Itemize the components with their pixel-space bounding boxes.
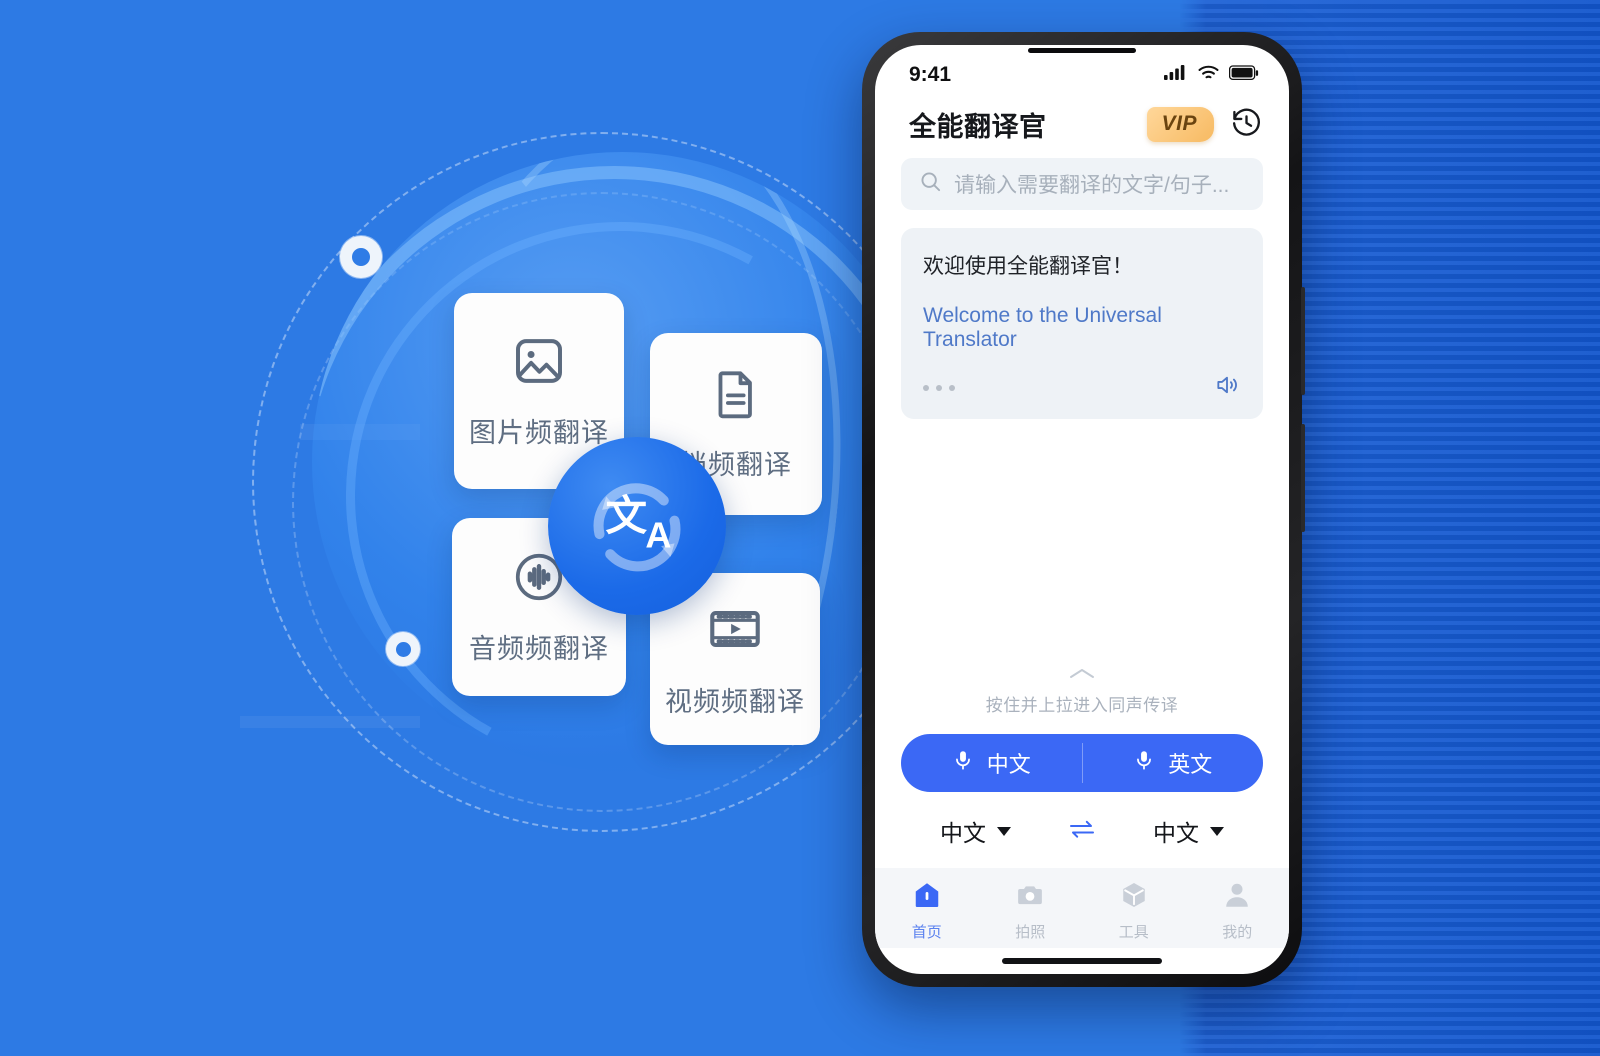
tab-label: 我的 <box>1222 924 1253 941</box>
pull-up-hint-text: 按住并上拉进入同声传译 <box>985 696 1179 715</box>
battery-icon <box>1228 63 1259 87</box>
app-header: 全能翻译官 VIP <box>875 93 1289 158</box>
speaker-icon[interactable] <box>1213 372 1241 403</box>
app-title: 全能翻译官 <box>909 112 1047 142</box>
mic-button-label: 中文 <box>986 752 1031 777</box>
phone-screen: 9:41 全能翻译官 VIP 请输入需要翻译的文字/句子... 欢迎使用全能翻译… <box>875 45 1289 974</box>
status-bar-time: 9:41 <box>909 63 952 86</box>
phone-mockup: 9:41 全能翻译官 VIP 请输入需要翻译的文字/句子... 欢迎使用全能翻译… <box>862 32 1305 987</box>
microphone-icon <box>1133 747 1155 779</box>
mic-button-target-language[interactable]: 英文 <box>1083 734 1264 792</box>
mic-button-source-language[interactable]: 中文 <box>901 734 1082 792</box>
history-clock-icon[interactable] <box>1230 106 1263 144</box>
svg-text:文: 文 <box>606 492 648 539</box>
translate-logo-icon: 文 A <box>548 437 726 615</box>
chevron-down-icon <box>1210 826 1224 836</box>
video-film-icon <box>706 600 764 658</box>
tab-home[interactable]: 首页 <box>875 880 979 942</box>
bottom-tab-bar: 首页 拍照 工具 我的 <box>875 868 1289 948</box>
phone-power-button[interactable] <box>1301 424 1305 532</box>
promo-banner: 图片频翻译 档频翻译 音频频翻译 视频频翻译 文 A 9:41 全能翻译官 VI… <box>0 0 1600 1056</box>
toolbox-cube-icon <box>1119 880 1149 915</box>
microphone-icon <box>952 747 974 779</box>
chevron-up-icon <box>875 667 1289 685</box>
target-language-label: 中文 <box>1153 820 1199 846</box>
home-icon <box>912 880 942 915</box>
orbit-dot-marker <box>340 236 382 278</box>
tab-profile[interactable]: 我的 <box>1186 880 1290 942</box>
tab-label: 拍照 <box>1015 924 1046 941</box>
pull-up-hint[interactable]: 按住并上拉进入同声传译 <box>875 667 1289 720</box>
tab-label: 首页 <box>911 924 942 941</box>
orbit-dot-marker <box>386 632 420 666</box>
feature-card-label: 图片频翻译 <box>469 417 609 448</box>
language-selector-row: 中文 中文 <box>875 792 1289 868</box>
vip-badge[interactable]: VIP <box>1146 107 1214 142</box>
camera-icon <box>1015 880 1045 915</box>
wifi-icon <box>1197 63 1220 87</box>
cellular-signal-icon <box>1164 63 1188 87</box>
translation-source-text: 欢迎使用全能翻译官！ <box>923 255 1133 278</box>
search-input[interactable]: 请输入需要翻译的文字/句子... <box>901 158 1263 210</box>
mic-button-label: 英文 <box>1168 752 1213 777</box>
chevron-down-icon <box>997 826 1011 836</box>
home-indicator <box>1002 958 1162 964</box>
source-language-selector[interactable]: 中文 <box>940 814 1011 848</box>
target-language-selector[interactable]: 中文 <box>1153 814 1224 848</box>
image-icon <box>511 333 567 389</box>
microphone-button-row: 中文 英文 <box>901 734 1263 792</box>
phone-speaker-slot <box>1028 48 1136 53</box>
user-profile-icon <box>1222 880 1252 915</box>
more-dots-icon[interactable] <box>923 384 955 391</box>
translation-target-text: Welcome to the Universal Translator <box>923 304 1162 351</box>
translation-result-card[interactable]: 欢迎使用全能翻译官！ Welcome to the Universal Tran… <box>901 228 1263 419</box>
svg-text:A: A <box>645 514 671 555</box>
tab-label: 工具 <box>1118 924 1149 941</box>
tab-tools[interactable]: 工具 <box>1082 880 1186 942</box>
feature-card-label: 视频频翻译 <box>665 686 805 717</box>
source-language-label: 中文 <box>940 820 986 846</box>
document-icon <box>709 367 763 421</box>
swap-arrows-icon[interactable] <box>1067 819 1097 844</box>
search-icon <box>919 170 942 198</box>
tab-camera[interactable]: 拍照 <box>979 880 1083 942</box>
feature-card-label: 音频频翻译 <box>469 633 609 664</box>
phone-volume-button[interactable] <box>1301 287 1305 395</box>
search-placeholder: 请输入需要翻译的文字/句子... <box>954 174 1230 197</box>
